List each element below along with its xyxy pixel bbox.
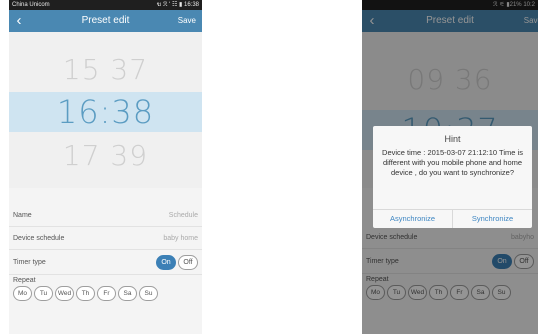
save-button[interactable]: Save — [178, 10, 196, 32]
timer-on-button[interactable]: On — [156, 254, 176, 270]
day-button-th[interactable]: Th — [76, 286, 95, 301]
dialog-buttons: Asynchronize Synchronize — [373, 209, 532, 228]
status-time: 16:38 — [183, 2, 199, 8]
time-picker-prev[interactable]: 15 37 — [9, 50, 202, 90]
time-picker-next[interactable]: 17 39 — [9, 136, 202, 176]
timer-type-label: Timer type — [13, 258, 46, 266]
dialog-title: Hint — [444, 134, 461, 144]
day-button-sa[interactable]: Sa — [118, 286, 137, 301]
day-button-mo[interactable]: Mo — [13, 286, 32, 301]
phone-screen-preset-edit: China Unicom ฆ ℛ ʹ ☷ ▮ 16:38 ‹ Preset ed… — [9, 0, 202, 334]
timer-off-button[interactable]: Off — [178, 254, 198, 270]
status-icons: ฆ ℛ ʹ ☷ ▮ 16:38 — [156, 2, 199, 8]
day-button-tu[interactable]: Tu — [34, 286, 53, 301]
name-label: Name — [13, 211, 32, 219]
app-header: ‹ Preset edit Save — [9, 10, 202, 32]
phone-screen-hint-dialog: ℛ ⚟ ▮21% 10:2 ‹ Preset edit Save 09 36 1… — [362, 0, 538, 334]
hint-dialog: Hint Device time : 2015-03-07 21:12:10 T… — [373, 126, 532, 228]
synchronize-button[interactable]: Synchronize — [452, 210, 532, 228]
timer-type-toggle: On Off — [156, 254, 198, 270]
device-schedule-row[interactable]: Device schedule baby home — [9, 227, 202, 250]
dialog-message: Device time : 2015-03-07 21:12:10 Time i… — [382, 148, 523, 177]
settings-list: Name Schedule Device schedule baby home … — [9, 204, 202, 305]
name-row[interactable]: Name Schedule — [9, 204, 202, 227]
day-button-fr[interactable]: Fr — [97, 286, 116, 301]
chevron-left-icon[interactable]: ‹ — [9, 10, 29, 32]
carrier-label: China Unicom — [12, 2, 50, 8]
time-picker[interactable]: 15 37 16:38 17 39 — [9, 32, 202, 188]
status-bar: China Unicom ฆ ℛ ʹ ☷ ▮ 16:38 — [9, 0, 202, 10]
time-picker-selected[interactable]: 16:38 — [9, 92, 202, 132]
device-schedule-value[interactable]: baby home — [163, 235, 198, 242]
day-button-wed[interactable]: Wed — [55, 286, 74, 301]
asynchronize-button[interactable]: Asynchronize — [373, 210, 452, 228]
timer-type-row: Timer type On Off — [9, 250, 202, 275]
repeat-label: Repeat — [13, 277, 36, 284]
name-value[interactable]: Schedule — [169, 212, 198, 219]
day-button-su[interactable]: Su — [139, 286, 158, 301]
device-schedule-label: Device schedule — [13, 234, 65, 242]
repeat-days: Mo Tu Wed Th Fr Sa Su — [9, 284, 202, 305]
page-title: Preset edit — [81, 15, 130, 26]
